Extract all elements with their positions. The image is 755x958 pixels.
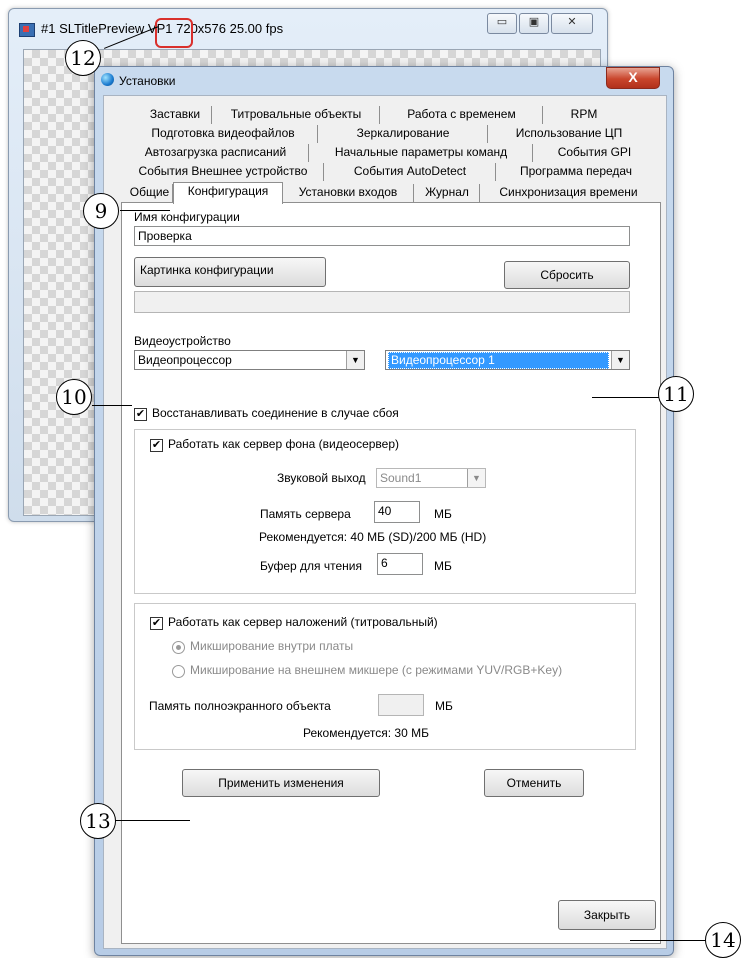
settings-dialog: Установки X Заставки Титровальные объект… [94, 66, 674, 956]
config-name-field[interactable]: Проверка [134, 226, 630, 246]
dialog-title: Установки [119, 74, 176, 88]
recommended-memory-text: Рекомендуется: 40 МБ (SD)/200 МБ (HD) [259, 530, 487, 544]
minimize-icon: ▭ [496, 16, 508, 28]
video-device-label: Видеоустройство [134, 334, 231, 348]
maximize-button[interactable]: ▣ [519, 13, 549, 34]
tab-program-guide[interactable]: Программа передач [497, 163, 655, 181]
dialog-close-button[interactable]: X [606, 67, 660, 89]
callout-9: 9 [83, 193, 119, 229]
overlay-server-checkbox[interactable]: ✔ [150, 617, 163, 630]
globe-icon [101, 73, 114, 86]
callout-10: 10 [56, 379, 92, 415]
recommended-overlay-text: Рекомендуется: 30 МБ [303, 726, 429, 740]
callout-13: 13 [80, 803, 116, 839]
server-memory-field[interactable]: 40 [374, 501, 420, 523]
cancel-button[interactable]: Отменить [484, 769, 584, 797]
maximize-icon: ▣ [528, 16, 540, 28]
tab-title-objects[interactable]: Титровальные объекты [213, 106, 380, 124]
tab-gpi-events[interactable]: События GPI [534, 144, 655, 162]
callout-14: 14 [705, 922, 741, 958]
reset-button[interactable]: Сбросить [504, 261, 630, 289]
audio-out-label: Звуковой выход [277, 471, 366, 485]
tab-rpm[interactable]: RPM [544, 106, 624, 124]
callout-11: 11 [658, 376, 694, 412]
close-button[interactable]: Закрыть [558, 900, 656, 930]
restore-connection-label: Восстанавливать соединение в случае сбоя [152, 406, 399, 420]
chevron-down-icon: ▼ [467, 469, 485, 487]
overlay-server-label: Работать как сервер наложений (титроваль… [168, 615, 438, 629]
fullscreen-memory-field[interactable] [378, 694, 424, 716]
apply-changes-button[interactable]: Применить изменения [182, 769, 380, 797]
callout-14-line [630, 940, 710, 941]
config-name-label: Имя конфигурации [134, 210, 240, 224]
read-buffer-unit: МБ [434, 559, 452, 573]
tab-autodetect-events[interactable]: События AutoDetect [325, 163, 496, 181]
tab-general[interactable]: Общие [127, 184, 173, 202]
background-server-checkbox[interactable]: ✔ [150, 439, 163, 452]
tab-screensavers[interactable]: Заставки [139, 106, 212, 124]
read-buffer-field[interactable]: 6 [377, 553, 423, 575]
callout-13-line [112, 820, 190, 821]
vp1-highlight [155, 18, 193, 48]
callout-12: 12 [65, 40, 101, 76]
fullscreen-memory-label: Память полноэкранного объекта [149, 699, 331, 713]
tab-cpu-usage[interactable]: Использование ЦП [489, 125, 649, 143]
configuration-page: Имя конфигурации Проверка Картинка конфи… [121, 202, 661, 944]
callout-10-line [92, 405, 132, 406]
tab-time-sync[interactable]: Синхронизация времени [481, 184, 656, 202]
mix-external-radio[interactable] [172, 665, 185, 678]
picture-path-field [134, 291, 630, 313]
config-picture-button[interactable]: Картинка конфигурации [134, 257, 326, 287]
tab-external-device-events[interactable]: События Внешнее устройство [123, 163, 324, 181]
chevron-down-icon: ▼ [346, 351, 364, 369]
tab-log[interactable]: Журнал [415, 184, 480, 202]
tab-schedule-autoload[interactable]: Автозагрузка расписаний [123, 144, 309, 162]
chevron-down-icon: ▼ [611, 351, 629, 369]
tab-configuration[interactable]: Конфигурация [173, 182, 283, 204]
callout-9-line [120, 210, 170, 211]
mix-external-label: Микширование на внешнем микшере (с режим… [190, 663, 563, 677]
video-device-value: Видеопроцессор [138, 353, 232, 367]
preview-close-button[interactable]: ✕ [551, 13, 593, 34]
tab-input-settings[interactable]: Установки входов [283, 184, 414, 202]
tab-time[interactable]: Работа с временем [381, 106, 543, 124]
tab-initial-params[interactable]: Начальные параметры команд [310, 144, 533, 162]
app-icon [19, 23, 35, 37]
video-device-instance-select[interactable]: Видеопроцессор 1 ▼ [385, 350, 630, 370]
server-memory-label: Память сервера [260, 507, 351, 521]
mix-internal-radio[interactable] [172, 641, 185, 654]
background-server-label: Работать как сервер фона (видеосервер) [168, 437, 399, 451]
tab-video-prep[interactable]: Подготовка видеофайлов [129, 125, 318, 143]
callout-11-line [592, 397, 660, 398]
video-device-select[interactable]: Видеопроцессор ▼ [134, 350, 365, 370]
close-icon: ✕ [567, 16, 577, 28]
close-icon: X [628, 69, 638, 85]
read-buffer-label: Буфер для чтения [260, 559, 362, 573]
minimize-button[interactable]: ▭ [487, 13, 517, 34]
server-memory-unit: МБ [434, 507, 452, 521]
video-device-instance-value: Видеопроцессор 1 [388, 352, 609, 369]
fullscreen-memory-unit: МБ [435, 699, 453, 713]
mix-internal-label: Микширование внутри платы [190, 639, 354, 653]
restore-connection-checkbox[interactable]: ✔ [134, 408, 147, 421]
tab-mirroring[interactable]: Зеркалирование [319, 125, 488, 143]
audio-out-value: Sound1 [380, 471, 422, 485]
audio-out-select[interactable]: Sound1 ▼ [376, 468, 486, 488]
